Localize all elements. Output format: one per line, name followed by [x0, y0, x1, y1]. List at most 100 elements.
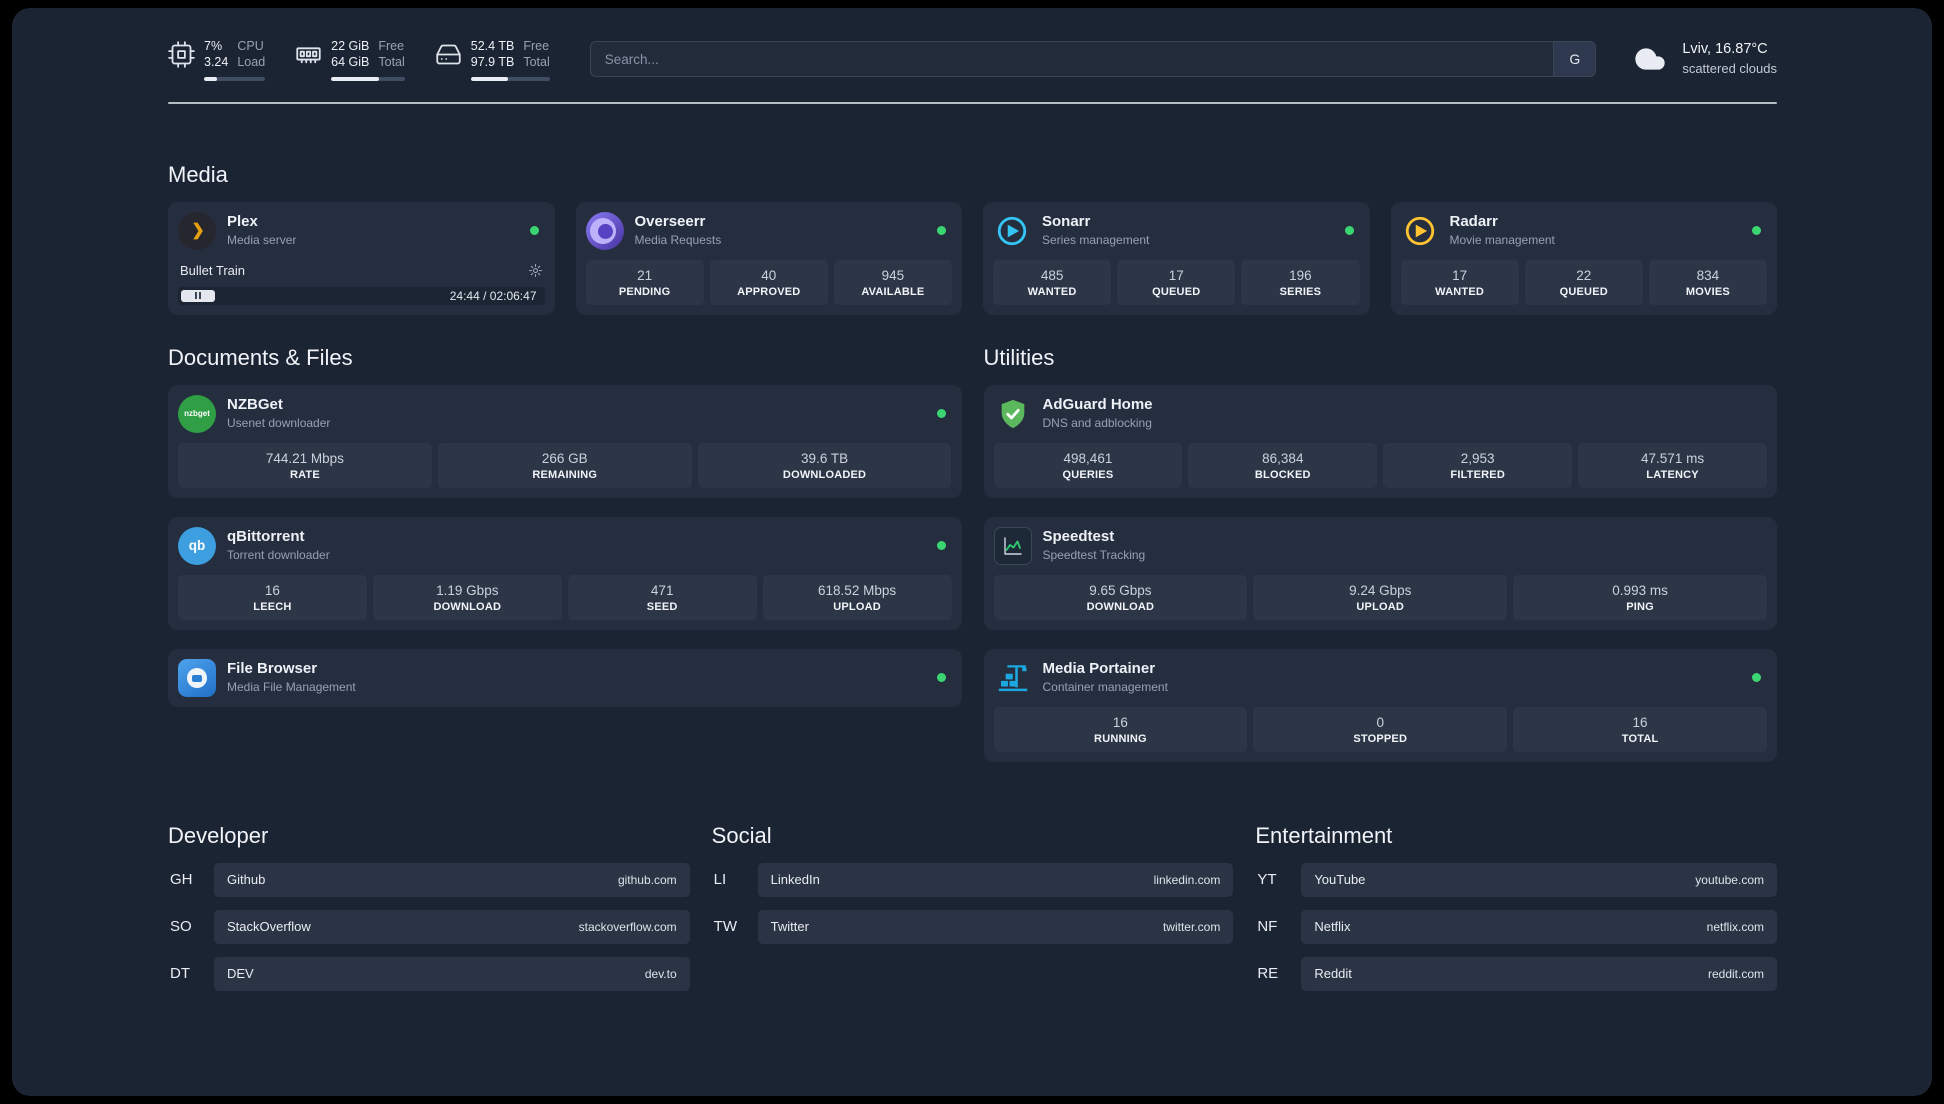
bookmark-url: youtube.com — [1695, 872, 1764, 887]
app-card-nzbget[interactable]: nzbget NZBGet Usenet downloader 744.21 M… — [168, 384, 962, 498]
status-dot — [529, 226, 539, 235]
adguard-shield-icon — [994, 395, 1032, 433]
bookmark-abbr: SO — [170, 918, 192, 935]
bookmark-name: DEV — [227, 966, 254, 981]
bookmark-name: Github — [227, 872, 266, 887]
bookmark-row-github: GH Github github.com — [168, 862, 690, 897]
stat-value: 485 — [1040, 267, 1064, 283]
cpu-label: CPU — [237, 39, 264, 53]
stat-tile-upload: 618.52 Mbps UPLOAD — [762, 574, 952, 620]
stat-tile-approved: 40 APPROVED — [709, 259, 828, 305]
status-dot — [1752, 673, 1761, 682]
app-name: Overseerr — [634, 213, 706, 231]
search-engine-button[interactable]: G — [1553, 42, 1596, 76]
media-progress-bar[interactable]: 24:44 / 02:06:47 — [178, 286, 545, 305]
app-card-plex[interactable]: Plex Media server Bullet Train 24:44 / 0… — [168, 201, 555, 315]
app-name: Media Portainer — [1042, 660, 1156, 678]
bookmark-url: dev.to — [644, 966, 677, 981]
developer-section-title: Developer — [168, 822, 269, 848]
stat-value: 266 GB — [541, 450, 588, 466]
bookmark-link-netflix[interactable]: Netflix netflix.com — [1301, 909, 1777, 944]
bookmark-link-reddit[interactable]: Reddit reddit.com — [1301, 956, 1777, 991]
section-documents: Documents & Files nzbget NZBGet Usenet d… — [168, 345, 962, 781]
disk-free-value: 52.4 TB — [470, 39, 515, 53]
stat-tile-latency: 47.571 ms LATENCY — [1578, 442, 1767, 488]
stat-value: 16 — [264, 582, 280, 598]
bookmark-url: github.com — [617, 872, 677, 887]
stat-tile-pending: 21 PENDING — [585, 259, 704, 305]
bookmark-row-linkedin: LI LinkedIn linkedin.com — [712, 862, 1234, 897]
disk-free-label: Free — [523, 39, 550, 53]
cpu-stat: 7% 3.24 CPU Load — [168, 38, 266, 81]
app-card-overseerr[interactable]: Overseerr Media Requests 21 PENDING 40 A… — [575, 201, 962, 315]
bookmark-link-stackoverflow[interactable]: StackOverflow stackoverflow.com — [214, 909, 690, 944]
disk-total-label: Total — [523, 55, 550, 70]
bookmark-abbr: DT — [170, 965, 190, 982]
app-subtitle: Container management — [1042, 679, 1168, 694]
bookmark-row-stackoverflow: SO StackOverflow stackoverflow.com — [168, 909, 690, 944]
status-dot — [1344, 226, 1354, 235]
app-card-adguard[interactable]: AdGuard Home DNS and adblocking 498,461 … — [983, 384, 1777, 498]
ram-stat: 22 GiB 64 GiB Free Total — [295, 38, 405, 81]
ram-progress-bar — [331, 76, 405, 81]
app-name: Plex — [227, 213, 258, 231]
bookmark-row-twitter: TW Twitter twitter.com — [712, 909, 1234, 944]
stat-label: SEED — [646, 600, 678, 613]
bookmark-link-dev[interactable]: DEV dev.to — [214, 956, 690, 991]
app-name: Radarr — [1449, 213, 1498, 231]
status-dot — [936, 409, 946, 418]
app-subtitle: Series management — [1042, 232, 1150, 247]
app-card-sonarr[interactable]: Sonarr Series management 485 WANTED 17 Q… — [983, 201, 1370, 315]
stat-value: 744.21 Mbps — [265, 450, 344, 466]
app-card-speedtest[interactable]: Speedtest Speedtest Tracking 9.65 Gbps D… — [983, 516, 1777, 630]
app-card-portainer[interactable]: Media Portainer Container management 16 … — [983, 648, 1777, 762]
bookmark-url: reddit.com — [1707, 966, 1764, 981]
filebrowser-icon — [178, 658, 216, 697]
status-dot — [1752, 226, 1761, 235]
sonarr-icon — [993, 212, 1031, 250]
bookmark-link-youtube[interactable]: YouTube youtube.com — [1301, 862, 1777, 897]
pause-button[interactable] — [181, 289, 215, 302]
stat-label: MOVIES — [1685, 285, 1730, 298]
app-name: qBittorrent — [227, 528, 305, 546]
app-card-filebrowser[interactable]: File Browser Media File Management — [168, 648, 962, 707]
app-subtitle: Media Requests — [634, 232, 722, 247]
system-stats: 7% 3.24 CPU Load 22 GiB 64 GiB Free Tota… — [168, 38, 550, 81]
stat-label: STOPPED — [1353, 732, 1408, 745]
stat-value: 9.65 Gbps — [1089, 582, 1152, 598]
bookmark-name: Reddit — [1314, 966, 1352, 981]
stat-label: SERIES — [1279, 285, 1322, 298]
section-utilities: Utilities AdGuard Home DNS and adblockin… — [983, 345, 1777, 781]
section-social: Social LI LinkedIn linkedin.com TW Twitt… — [712, 823, 1234, 1004]
app-card-qbittorrent[interactable]: qb qBittorrent Torrent downloader 16 LEE… — [168, 516, 962, 630]
app-name: Speedtest — [1042, 528, 1115, 546]
cpu-load-label: Load — [237, 55, 266, 70]
search-input[interactable] — [590, 51, 1554, 67]
stat-value: 39.6 TB — [801, 450, 849, 466]
bookmark-name: Twitter — [770, 919, 809, 934]
bookmark-name: LinkedIn — [770, 872, 820, 887]
qbittorrent-icon-text: qb — [188, 538, 206, 553]
stat-label: APPROVED — [737, 285, 801, 298]
stat-tile-running: 16 RUNNING — [993, 706, 1248, 752]
stat-value: 9.24 Gbps — [1349, 582, 1412, 598]
app-subtitle: Media server — [227, 232, 297, 247]
bookmark-link-linkedin[interactable]: LinkedIn linkedin.com — [757, 862, 1234, 897]
weather-widget[interactable]: Lviv, 16.87°C scattered clouds — [1630, 40, 1777, 77]
bookmark-abbr: NF — [1257, 918, 1278, 935]
bookmark-link-github[interactable]: Github github.com — [214, 862, 690, 897]
app-card-radarr[interactable]: Radarr Movie management 17 WANTED 22 QUE… — [1390, 201, 1777, 315]
stat-tile-available: 945 AVAILABLE — [833, 259, 953, 305]
bookmark-url: netflix.com — [1706, 919, 1764, 934]
app-name: AdGuard Home — [1042, 396, 1153, 414]
stat-value: 0 — [1376, 714, 1384, 730]
stat-tile-wanted: 485 WANTED — [993, 259, 1112, 305]
bookmark-row-netflix: NF Netflix netflix.com — [1255, 909, 1777, 944]
media-section-title: Media — [168, 161, 228, 187]
bookmark-url: stackoverflow.com — [578, 919, 677, 934]
disk-progress-bar — [470, 76, 550, 81]
weather-condition: scattered clouds — [1682, 60, 1777, 76]
stat-tile-seed: 471 SEED — [567, 574, 757, 620]
bookmark-link-twitter[interactable]: Twitter twitter.com — [757, 909, 1234, 944]
gear-icon[interactable] — [528, 263, 543, 278]
